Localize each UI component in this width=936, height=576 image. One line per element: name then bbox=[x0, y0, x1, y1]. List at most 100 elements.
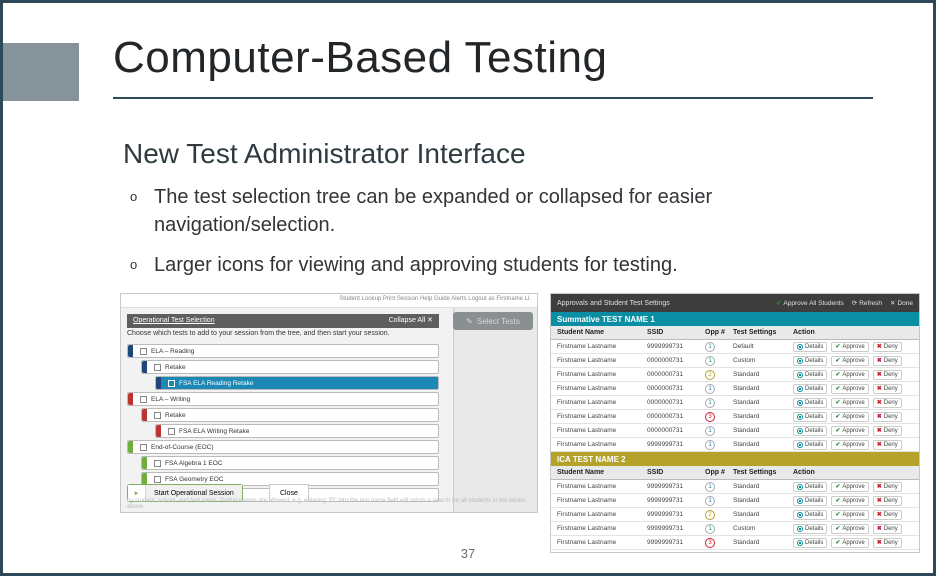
deny-button[interactable]: ✖Deny bbox=[873, 496, 902, 506]
cell-settings: Custom bbox=[733, 525, 793, 532]
approve-button[interactable]: ✔Approve bbox=[831, 496, 868, 506]
deny-button[interactable]: ✖Deny bbox=[873, 398, 902, 408]
deny-button[interactable]: ✖Deny bbox=[873, 538, 902, 548]
page-title: Computer-Based Testing bbox=[113, 33, 607, 83]
details-button[interactable]: Details bbox=[793, 496, 827, 506]
deny-button[interactable]: ✖Deny bbox=[873, 482, 902, 492]
eye-icon bbox=[797, 358, 803, 364]
tree-item[interactable]: FSA Algebra 1 EOC bbox=[141, 456, 439, 470]
tree-item[interactable]: FSA ELA Reading Retake bbox=[155, 376, 439, 390]
checkbox-icon[interactable] bbox=[140, 396, 147, 403]
cell-opp: 1 bbox=[705, 342, 733, 352]
deny-button[interactable]: ✖Deny bbox=[873, 412, 902, 422]
student-row: Firstname Lastname99999997311StandardDet… bbox=[551, 494, 919, 508]
student-row: Firstname Lastname99999997311StandardDet… bbox=[551, 438, 919, 452]
tree-item[interactable]: End-of-Course (EOC) bbox=[127, 440, 439, 454]
approve-button[interactable]: ✔Approve bbox=[831, 342, 868, 352]
select-tests-label: Select Tests bbox=[477, 317, 520, 326]
tree-item[interactable]: FSA ELA Writing Retake bbox=[155, 424, 439, 438]
deny-button[interactable]: ✖Deny bbox=[873, 356, 902, 366]
cell-settings: Standard bbox=[733, 385, 793, 392]
select-tests-button[interactable]: ✎ Select Tests bbox=[453, 312, 533, 330]
approve-button[interactable]: ✔Approve bbox=[831, 356, 868, 366]
opp-badge: 2 bbox=[705, 370, 715, 380]
deny-button[interactable]: ✖Deny bbox=[873, 370, 902, 380]
cell-ssid: 9999999731 bbox=[647, 483, 705, 490]
approve-button[interactable]: ✔Approve bbox=[831, 384, 868, 394]
col-settings: Test Settings bbox=[733, 469, 793, 476]
tree-item[interactable]: ELA – Writing bbox=[127, 392, 439, 406]
deny-button[interactable]: ✖Deny bbox=[873, 426, 902, 436]
top-menu: Student Lookup Print Session Help Guide … bbox=[121, 294, 537, 308]
approve-button[interactable]: ✔Approve bbox=[831, 440, 868, 450]
cell-actions: Details ✔Approve ✖Deny bbox=[793, 342, 919, 352]
deny-button[interactable]: ✖Deny bbox=[873, 440, 902, 450]
refresh-button[interactable]: ⟳Refresh bbox=[852, 299, 882, 307]
approve-button[interactable]: ✔Approve bbox=[831, 398, 868, 408]
approve-button[interactable]: ✔Approve bbox=[831, 524, 868, 534]
tree-item[interactable]: Retake bbox=[141, 360, 439, 374]
x-icon: ✖ bbox=[877, 371, 882, 378]
student-row: Firstname Lastname99999997311DefaultDeta… bbox=[551, 340, 919, 354]
opp-badge: 3 bbox=[705, 412, 715, 422]
details-button[interactable]: Details bbox=[793, 426, 827, 436]
details-button[interactable]: Details bbox=[793, 384, 827, 394]
checkbox-icon[interactable] bbox=[168, 428, 175, 435]
cell-name: Firstname Lastname bbox=[551, 441, 647, 448]
checkbox-icon[interactable] bbox=[168, 380, 175, 387]
tree-item[interactable]: ELA – Reading bbox=[127, 344, 439, 358]
col-ssid: SSID bbox=[647, 469, 705, 476]
student-row: Firstname Lastname00000007312StandardDet… bbox=[551, 368, 919, 382]
subtitle: New Test Administrator Interface bbox=[123, 138, 526, 170]
deny-button[interactable]: ✖Deny bbox=[873, 524, 902, 534]
approve-button[interactable]: ✔Approve bbox=[831, 510, 868, 520]
check-icon: ✔ bbox=[835, 511, 840, 518]
checkbox-icon[interactable] bbox=[154, 460, 161, 467]
details-button[interactable]: Details bbox=[793, 538, 827, 548]
cell-name: Firstname Lastname bbox=[551, 357, 647, 364]
checkbox-icon[interactable] bbox=[154, 364, 161, 371]
approve-all-button[interactable]: ✔Approve All Students bbox=[776, 299, 844, 307]
details-button[interactable]: Details bbox=[793, 440, 827, 450]
col-action: Action bbox=[793, 469, 919, 476]
checkbox-icon[interactable] bbox=[140, 444, 147, 451]
details-button[interactable]: Details bbox=[793, 356, 827, 366]
details-button[interactable]: Details bbox=[793, 398, 827, 408]
screenshot-approvals: Approvals and Student Test Settings ✔App… bbox=[550, 293, 920, 553]
col-student-name: Student Name bbox=[551, 329, 647, 336]
details-button[interactable]: Details bbox=[793, 524, 827, 534]
eye-icon bbox=[797, 400, 803, 406]
col-settings: Test Settings bbox=[733, 329, 793, 336]
details-button[interactable]: Details bbox=[793, 482, 827, 492]
details-button[interactable]: Details bbox=[793, 510, 827, 520]
approve-button[interactable]: ✔Approve bbox=[831, 412, 868, 422]
deny-button[interactable]: ✖Deny bbox=[873, 510, 902, 520]
details-button[interactable]: Details bbox=[793, 412, 827, 422]
bullet-text: Larger icons for viewing and approving s… bbox=[154, 251, 678, 279]
deny-button[interactable]: ✖Deny bbox=[873, 342, 902, 352]
checkbox-icon[interactable] bbox=[154, 412, 161, 419]
cell-name: Firstname Lastname bbox=[551, 343, 647, 350]
approve-button[interactable]: ✔Approve bbox=[831, 370, 868, 380]
approve-button[interactable]: ✔Approve bbox=[831, 426, 868, 436]
approve-button[interactable]: ✔Approve bbox=[831, 482, 868, 492]
collapse-all-button[interactable]: Collapse All ✕ bbox=[389, 314, 433, 328]
done-button[interactable]: ✕Done bbox=[890, 299, 913, 307]
x-icon: ✖ bbox=[877, 497, 882, 504]
cell-settings: Custom bbox=[733, 357, 793, 364]
tree-item[interactable]: Retake bbox=[141, 408, 439, 422]
cell-name: Firstname Lastname bbox=[551, 427, 647, 434]
tree-item-label: End-of-Course (EOC) bbox=[151, 444, 214, 451]
cell-opp: 1 bbox=[705, 384, 733, 394]
cell-opp: 1 bbox=[705, 524, 733, 534]
cell-actions: Details ✔Approve ✖Deny bbox=[793, 524, 919, 534]
cell-name: Firstname Lastname bbox=[551, 511, 647, 518]
opp-badge: 1 bbox=[705, 426, 715, 436]
details-button[interactable]: Details bbox=[793, 342, 827, 352]
deny-button[interactable]: ✖Deny bbox=[873, 384, 902, 394]
checkbox-icon[interactable] bbox=[140, 348, 147, 355]
approve-button[interactable]: ✔Approve bbox=[831, 538, 868, 548]
cell-ssid: 0000000731 bbox=[647, 385, 705, 392]
details-button[interactable]: Details bbox=[793, 370, 827, 380]
checkbox-icon[interactable] bbox=[154, 476, 161, 483]
